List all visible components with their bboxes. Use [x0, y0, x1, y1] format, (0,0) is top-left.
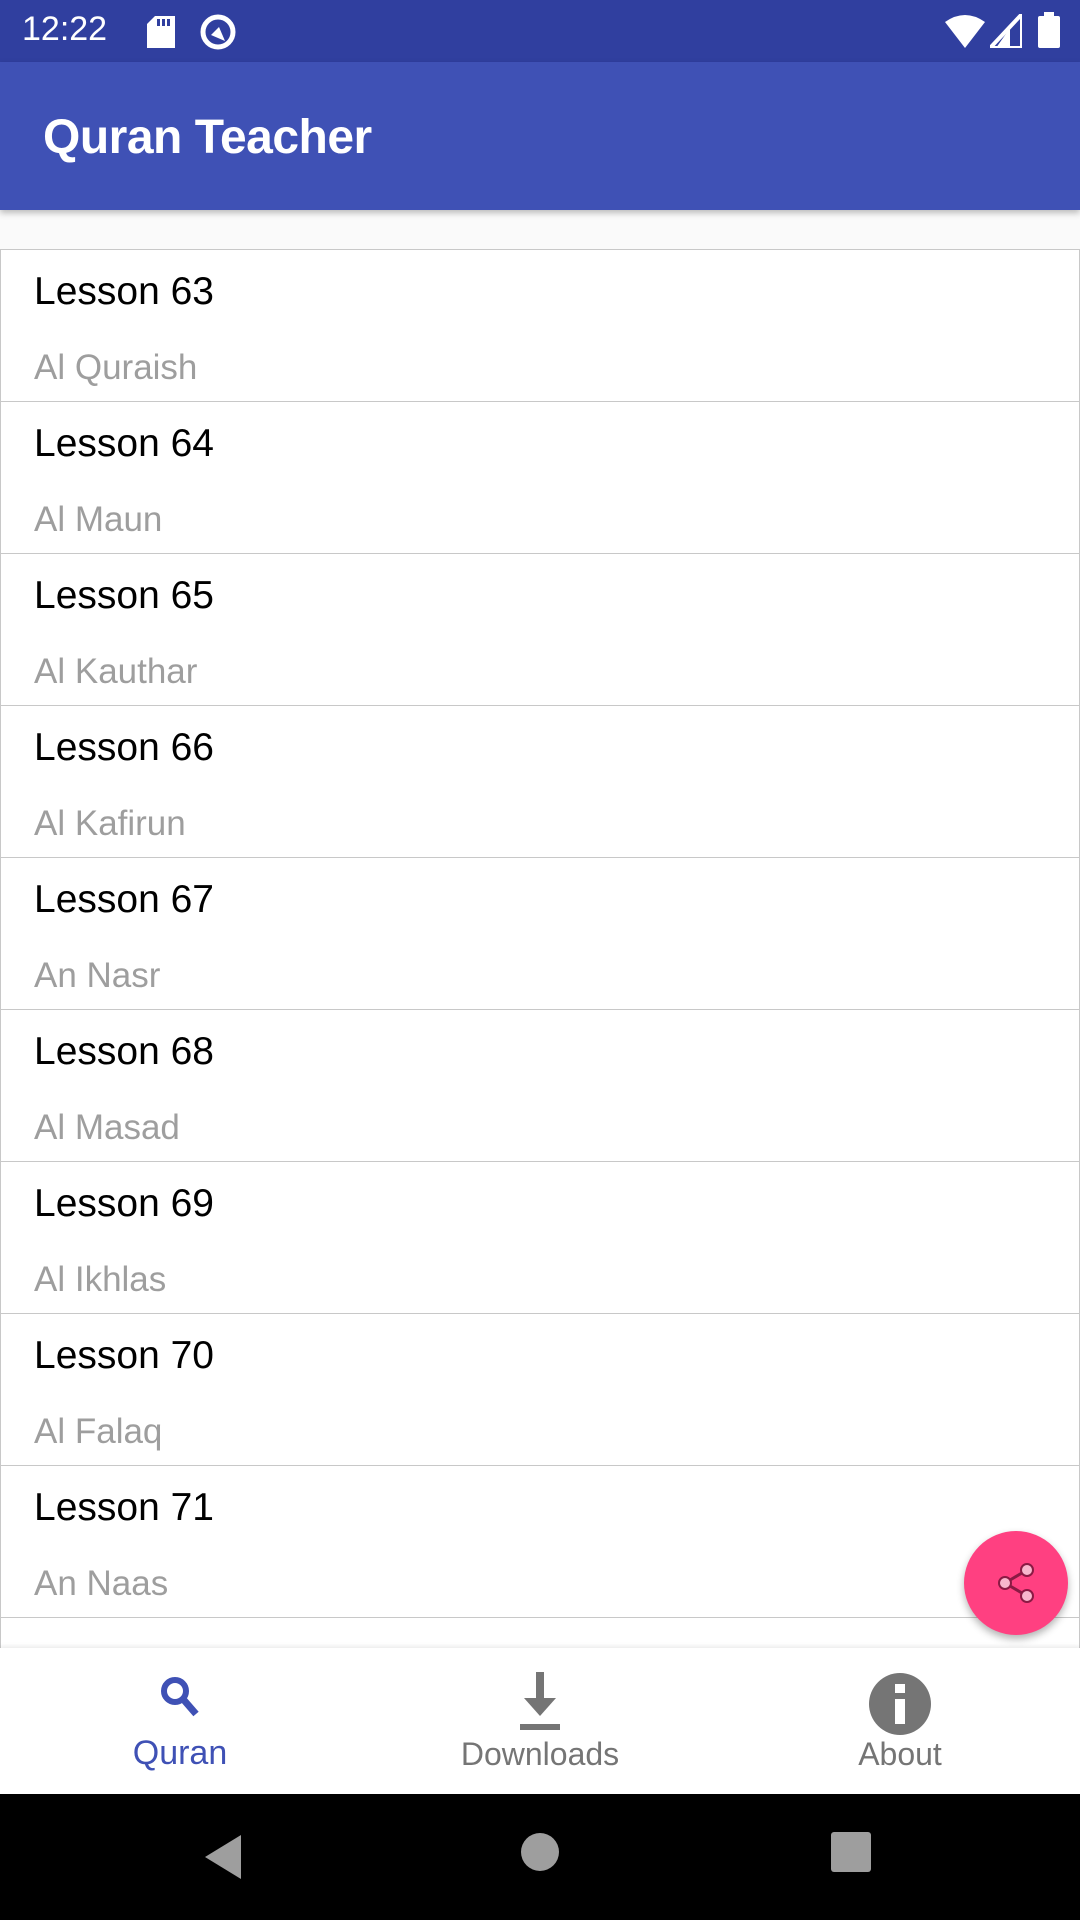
app-bar: Quran Teacher: [0, 62, 1080, 210]
nav-tab-quran[interactable]: Quran: [0, 1648, 360, 1794]
share-icon: [998, 1563, 1034, 1603]
lesson-title: Lesson 65: [34, 574, 214, 617]
lesson-item-partial[interactable]: [0, 1617, 1080, 1648]
lesson-subtitle: Al Quraish: [34, 348, 198, 387]
bottom-navigation: Quran Downloads About: [0, 1648, 1080, 1794]
nav-label: About: [858, 1736, 942, 1772]
sd-card-icon: [147, 16, 175, 48]
lesson-item-66[interactable]: Lesson 66 Al Kafirun: [0, 705, 1080, 857]
status-time: 12:22: [22, 10, 108, 48]
nav-tab-about[interactable]: About: [720, 1648, 1080, 1794]
home-icon[interactable]: [520, 1832, 560, 1872]
lesson-item-69[interactable]: Lesson 69 Al Ikhlas: [0, 1161, 1080, 1313]
nav-tab-downloads[interactable]: Downloads: [360, 1648, 720, 1794]
signal-icon: [990, 14, 1022, 48]
lesson-subtitle: Al Ikhlas: [34, 1260, 167, 1299]
app-title: Quran Teacher: [43, 111, 372, 164]
system-navigation-bar: [0, 1794, 1080, 1920]
battery-icon: [1038, 12, 1060, 48]
lesson-title: Lesson 67: [34, 878, 214, 921]
info-icon: [869, 1673, 931, 1735]
lesson-title: Lesson 69: [34, 1182, 214, 1225]
lesson-subtitle: Al Maun: [34, 500, 163, 539]
nav-label: Quran: [132, 1734, 228, 1772]
lesson-item-65[interactable]: Lesson 65 Al Kauthar: [0, 553, 1080, 705]
share-button[interactable]: [964, 1531, 1068, 1635]
nav-label: Downloads: [460, 1736, 620, 1772]
wifi-icon: [945, 15, 985, 48]
lesson-title: Lesson 64: [34, 422, 214, 465]
lesson-subtitle: An Nasr: [34, 956, 161, 995]
lesson-subtitle: Al Kauthar: [34, 652, 198, 691]
lesson-item-68[interactable]: Lesson 68 Al Masad: [0, 1009, 1080, 1161]
lesson-list[interactable]: Lesson 63 Al Quraish Lesson 64 Al Maun Les…: [0, 230, 1080, 1648]
lesson-subtitle: An Naas: [34, 1564, 169, 1603]
lesson-subtitle: Al Kafirun: [34, 804, 186, 843]
lesson-title: Lesson 63: [34, 270, 214, 313]
lesson-item-64[interactable]: Lesson 64 Al Maun: [0, 401, 1080, 553]
lesson-title: Lesson 71: [34, 1486, 214, 1529]
recents-icon[interactable]: [831, 1832, 871, 1872]
status-bar: 12:22: [0, 0, 1080, 62]
sync-icon: [200, 14, 236, 50]
lesson-title: Lesson 68: [34, 1030, 214, 1073]
lesson-subtitle: Al Masad: [34, 1108, 180, 1147]
lesson-item-63[interactable]: Lesson 63 Al Quraish: [0, 249, 1080, 401]
lesson-title: Lesson 70: [34, 1334, 214, 1377]
download-icon: [520, 1672, 560, 1730]
search-icon: [161, 1677, 199, 1717]
lesson-subtitle: Al Falaq: [34, 1412, 163, 1451]
lesson-item-67[interactable]: Lesson 67 An Nasr: [0, 857, 1080, 1009]
lesson-item-71[interactable]: Lesson 71 An Naas: [0, 1465, 1080, 1617]
back-icon[interactable]: [205, 1835, 245, 1879]
lesson-item-70[interactable]: Lesson 70 Al Falaq: [0, 1313, 1080, 1465]
lesson-title: Lesson 66: [34, 726, 214, 769]
